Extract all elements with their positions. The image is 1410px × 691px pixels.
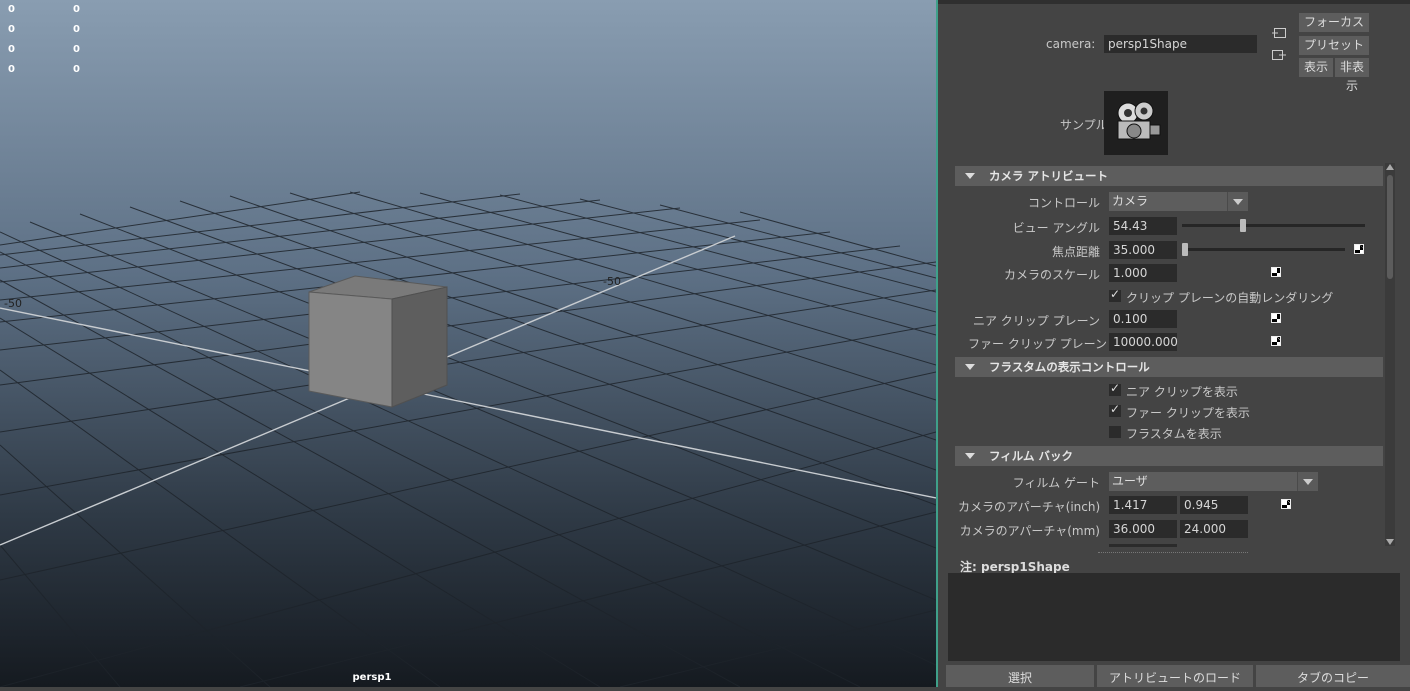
scroll-down-icon[interactable] bbox=[1386, 539, 1394, 545]
film-gate-dropdown[interactable]: ユーザ bbox=[1109, 472, 1318, 491]
film-gate-label: フィルム ゲート bbox=[1012, 476, 1100, 490]
aperture-mm-y-field[interactable]: 24.000 bbox=[1180, 520, 1248, 538]
aperture-mm-label: カメラのアパーチャ(mm) bbox=[959, 524, 1100, 538]
hud-row-4-b: 0 bbox=[73, 64, 80, 75]
hud-row-4-a: 0 bbox=[8, 64, 15, 75]
viewport-grid bbox=[0, 191, 936, 687]
aperture-inch-y-field[interactable]: 0.945 bbox=[1180, 496, 1248, 514]
section-title: フラスタムの表示コントロール bbox=[989, 360, 1150, 374]
display-near-clip-checkbox[interactable] bbox=[1109, 381, 1121, 396]
collapse-triangle-icon bbox=[965, 364, 975, 370]
presets-button[interactable]: プリセット bbox=[1299, 36, 1369, 55]
viewport-persp[interactable]: 0 0 0 0 0 0 0 0 -50 -50 persp1 bbox=[0, 0, 936, 687]
camera-icon bbox=[1117, 101, 1161, 140]
hud-row-2-a: 0 bbox=[8, 24, 15, 35]
load-attributes-button[interactable]: アトリビュートのロード bbox=[1097, 665, 1253, 687]
auto-render-clip-checkbox[interactable] bbox=[1109, 287, 1121, 302]
attribute-scrollbar[interactable] bbox=[1385, 163, 1395, 546]
chevron-down-icon bbox=[1227, 192, 1248, 211]
section-film-back[interactable]: フィルム バック bbox=[955, 446, 1383, 466]
hud-row-3-a: 0 bbox=[8, 44, 15, 55]
aperture-mm-x-field[interactable]: 36.000 bbox=[1109, 520, 1177, 538]
map-button-icon[interactable] bbox=[1271, 313, 1281, 323]
auto-render-clip-label: クリップ プレーンの自動レンダリング bbox=[1126, 291, 1334, 305]
view-angle-label: ビュー アングル bbox=[1012, 221, 1100, 235]
display-far-clip-label: ファー クリップを表示 bbox=[1126, 406, 1250, 420]
slider-knob[interactable] bbox=[1240, 219, 1246, 232]
map-button-icon[interactable] bbox=[1271, 267, 1281, 277]
clipped-field bbox=[1109, 544, 1177, 547]
scrollbar-thumb[interactable] bbox=[1387, 175, 1393, 279]
control-label: コントロール bbox=[1027, 196, 1100, 210]
section-camera-attributes[interactable]: カメラ アトリビュート bbox=[955, 166, 1383, 186]
collapse-triangle-icon bbox=[965, 453, 975, 459]
scroll-up-icon[interactable] bbox=[1386, 164, 1394, 170]
control-dropdown[interactable]: カメラ bbox=[1109, 192, 1248, 211]
map-button-icon[interactable] bbox=[1271, 336, 1281, 346]
notes-textarea[interactable] bbox=[948, 573, 1400, 661]
grid-label-left: -50 bbox=[4, 297, 22, 310]
copy-tab-button[interactable]: タブのコピー bbox=[1256, 665, 1410, 687]
hud-row-1-a: 0 bbox=[8, 4, 15, 15]
aperture-inch-label: カメラのアパーチャ(inch) bbox=[958, 500, 1101, 514]
focal-length-label: 焦点距離 bbox=[1051, 245, 1100, 259]
film-gate-value: ユーザ bbox=[1112, 474, 1148, 488]
camera-scale-label: カメラのスケール bbox=[1003, 268, 1100, 282]
section-title: カメラ アトリビュート bbox=[989, 169, 1109, 183]
view-angle-slider[interactable] bbox=[1182, 219, 1365, 232]
aperture-inch-x-field[interactable]: 1.417 bbox=[1109, 496, 1177, 514]
map-button-icon[interactable] bbox=[1354, 244, 1364, 254]
display-frustum-checkbox[interactable] bbox=[1109, 426, 1121, 438]
collapse-triangle-icon bbox=[965, 173, 975, 179]
display-frustum-label: フラスタムを表示 bbox=[1126, 427, 1222, 441]
focal-length-field[interactable]: 35.000 bbox=[1109, 241, 1177, 259]
camera-name-label: persp1 bbox=[352, 672, 392, 683]
grid-label-mid: -50 bbox=[603, 275, 621, 288]
hud-row-1-b: 0 bbox=[73, 4, 80, 15]
far-clip-field[interactable]: 10000.000 bbox=[1109, 333, 1178, 351]
show-button[interactable]: 表示 bbox=[1299, 58, 1333, 77]
view-angle-field[interactable]: 54.43 bbox=[1109, 217, 1177, 235]
display-far-clip-checkbox[interactable] bbox=[1109, 402, 1121, 417]
camera-output-icon[interactable] bbox=[1272, 49, 1286, 61]
hud-row-3-b: 0 bbox=[73, 44, 80, 55]
hide-button[interactable]: 非表示 bbox=[1335, 58, 1369, 93]
section-title: フィルム バック bbox=[989, 449, 1074, 463]
attribute-editor: camera: persp1Shape フォーカス プリセット 表示 非表示 サ… bbox=[938, 0, 1410, 687]
focus-button[interactable]: フォーカス bbox=[1299, 13, 1369, 32]
sample-label: サンプル bbox=[1060, 118, 1108, 132]
map-button-icon[interactable] bbox=[1281, 499, 1291, 509]
camera-name-field[interactable]: persp1Shape bbox=[1104, 35, 1257, 53]
focal-length-slider[interactable] bbox=[1182, 243, 1345, 256]
far-clip-label: ファー クリップ プレーン bbox=[968, 337, 1108, 351]
select-button[interactable]: 選択 bbox=[946, 665, 1094, 687]
camera-sample-swatch bbox=[1104, 91, 1168, 155]
near-clip-field[interactable]: 0.100 bbox=[1109, 310, 1177, 328]
slider-knob[interactable] bbox=[1182, 243, 1188, 256]
camera-scale-field[interactable]: 1.000 bbox=[1109, 264, 1177, 282]
chevron-down-icon bbox=[1297, 472, 1318, 491]
control-dropdown-value: カメラ bbox=[1112, 194, 1149, 208]
tab-strip bbox=[938, 0, 1410, 4]
display-near-clip-label: ニア クリップを表示 bbox=[1126, 385, 1238, 399]
hud-row-2-b: 0 bbox=[73, 24, 80, 35]
section-frustum-display[interactable]: フラスタムの表示コントロール bbox=[955, 357, 1383, 377]
near-clip-label: ニア クリップ プレーン bbox=[972, 314, 1100, 328]
camera-label: camera: bbox=[1046, 37, 1096, 51]
camera-input-icon[interactable] bbox=[1272, 27, 1286, 39]
resize-handle[interactable] bbox=[1098, 552, 1248, 553]
